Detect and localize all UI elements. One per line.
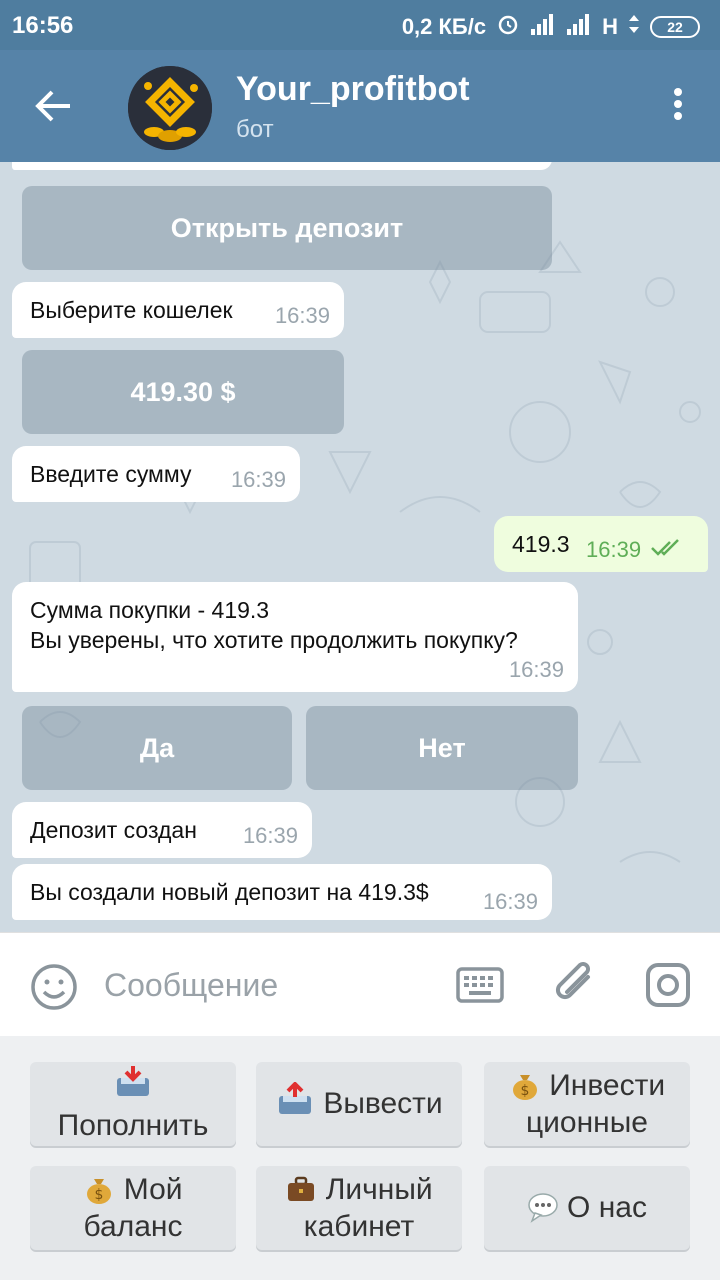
message-new-deposit: Вы создали новый депозит на 419.3$ 16:39 [12,864,552,920]
message-text: Выберите кошелек [30,297,233,323]
back-arrow-icon[interactable] [30,84,78,128]
replenish-label: Пополнить [57,1109,209,1142]
invest-label-line1: Инвести [549,1068,666,1102]
invest-label-line2: ционные [525,1106,648,1139]
speech-bubble-icon [527,1189,559,1227]
message-time: 16:39 [242,823,298,848]
message-time: 16:39 [274,303,330,328]
message-text: 419.3 [512,531,570,557]
cabinet-label-line2: кабинет [303,1210,415,1243]
inbox-tray-icon [58,1064,209,1108]
bot-avatar[interactable] [128,66,212,150]
my-balance-button[interactable]: $ Мой баланс [30,1166,236,1250]
status-bar: 16:56 0,2 КБ/с H 22 [0,0,720,50]
message-time: 16:39 [586,537,642,562]
signal-icon-2 [566,13,592,41]
status-speed: 0,2 КБ/с [401,14,487,39]
status-time: 16:56 [12,12,74,39]
message-input[interactable]: Сообщение [104,967,278,1004]
chat-area[interactable]: Открыть депозит Выберите кошелек 16:39 4… [0,162,720,932]
amount-button[interactable]: 419.30 $ [22,350,344,434]
more-vert-icon[interactable] [672,88,684,128]
open-deposit-button[interactable]: Открыть депозит [22,186,552,270]
message-text: Вы создали новый депозит на 419.3$ [30,879,429,905]
message-choose-wallet: Выберите кошелек 16:39 [12,282,344,338]
message-enter-amount: Введите сумму 16:39 [12,446,300,502]
chat-subtitle: бот [236,116,274,143]
data-arrows-icon [628,13,640,41]
message-line1: Сумма покупки - 419.3 [30,597,270,623]
message-time: 16:39 [230,467,286,492]
about-label: О нас [567,1191,647,1225]
previous-message-partial [12,162,552,170]
camera-icon[interactable] [644,961,692,1009]
balance-label-line2: баланс [83,1210,183,1243]
message-confirm: Сумма покупки - 419.3 Вы уверены, что хо… [12,582,578,692]
money-bag-icon: $ [509,1069,549,1102]
money-bag-icon: $ [83,1173,123,1206]
message-text: Введите сумму [30,461,192,487]
message-deposit-created: Депозит создан 16:39 [12,802,312,858]
reply-keyboard: Пополнить Вывести $ Инвести ционные $ Мо… [0,1036,720,1280]
emoji-icon[interactable] [30,963,78,1011]
outbox-tray-icon [275,1081,315,1126]
cabinet-button[interactable]: Личный кабинет [256,1166,462,1250]
message-input-bar: Сообщение [0,932,720,1036]
status-right: 0,2 КБ/с H 22 [402,12,700,42]
chat-title[interactable]: Your_profitbot [236,70,470,109]
about-button[interactable]: О нас [484,1166,690,1250]
keyboard-icon[interactable] [456,967,504,1003]
message-time: 16:39 [508,657,564,682]
no-button[interactable]: Нет [306,706,578,790]
withdraw-label: Вывести [323,1087,443,1121]
chat-header: Your_profitbot бот [0,50,720,162]
signal-icon [530,13,556,41]
briefcase-icon [285,1173,325,1206]
double-check-icon [650,536,684,566]
withdraw-button[interactable]: Вывести [256,1062,462,1146]
invest-button[interactable]: $ Инвести ционные [484,1062,690,1146]
balance-label-line1: Мой [123,1172,183,1206]
svg-text:$: $ [95,1187,104,1203]
message-line2: Вы уверены, что хотите продолжить покупк… [30,626,518,653]
battery-icon: 22 [650,16,700,38]
attach-icon[interactable] [552,959,600,1011]
yes-button[interactable]: Да [22,706,292,790]
replenish-button[interactable]: Пополнить [30,1062,236,1146]
message-out-amount: 419.3 16:39 [494,516,708,572]
message-time: 16:39 [482,889,538,914]
svg-text:$: $ [520,1083,529,1099]
message-text: Депозит создан [30,817,197,843]
cabinet-label-line1: Личный [325,1172,433,1206]
network-type: H [602,14,618,39]
alarm-icon [496,12,520,42]
